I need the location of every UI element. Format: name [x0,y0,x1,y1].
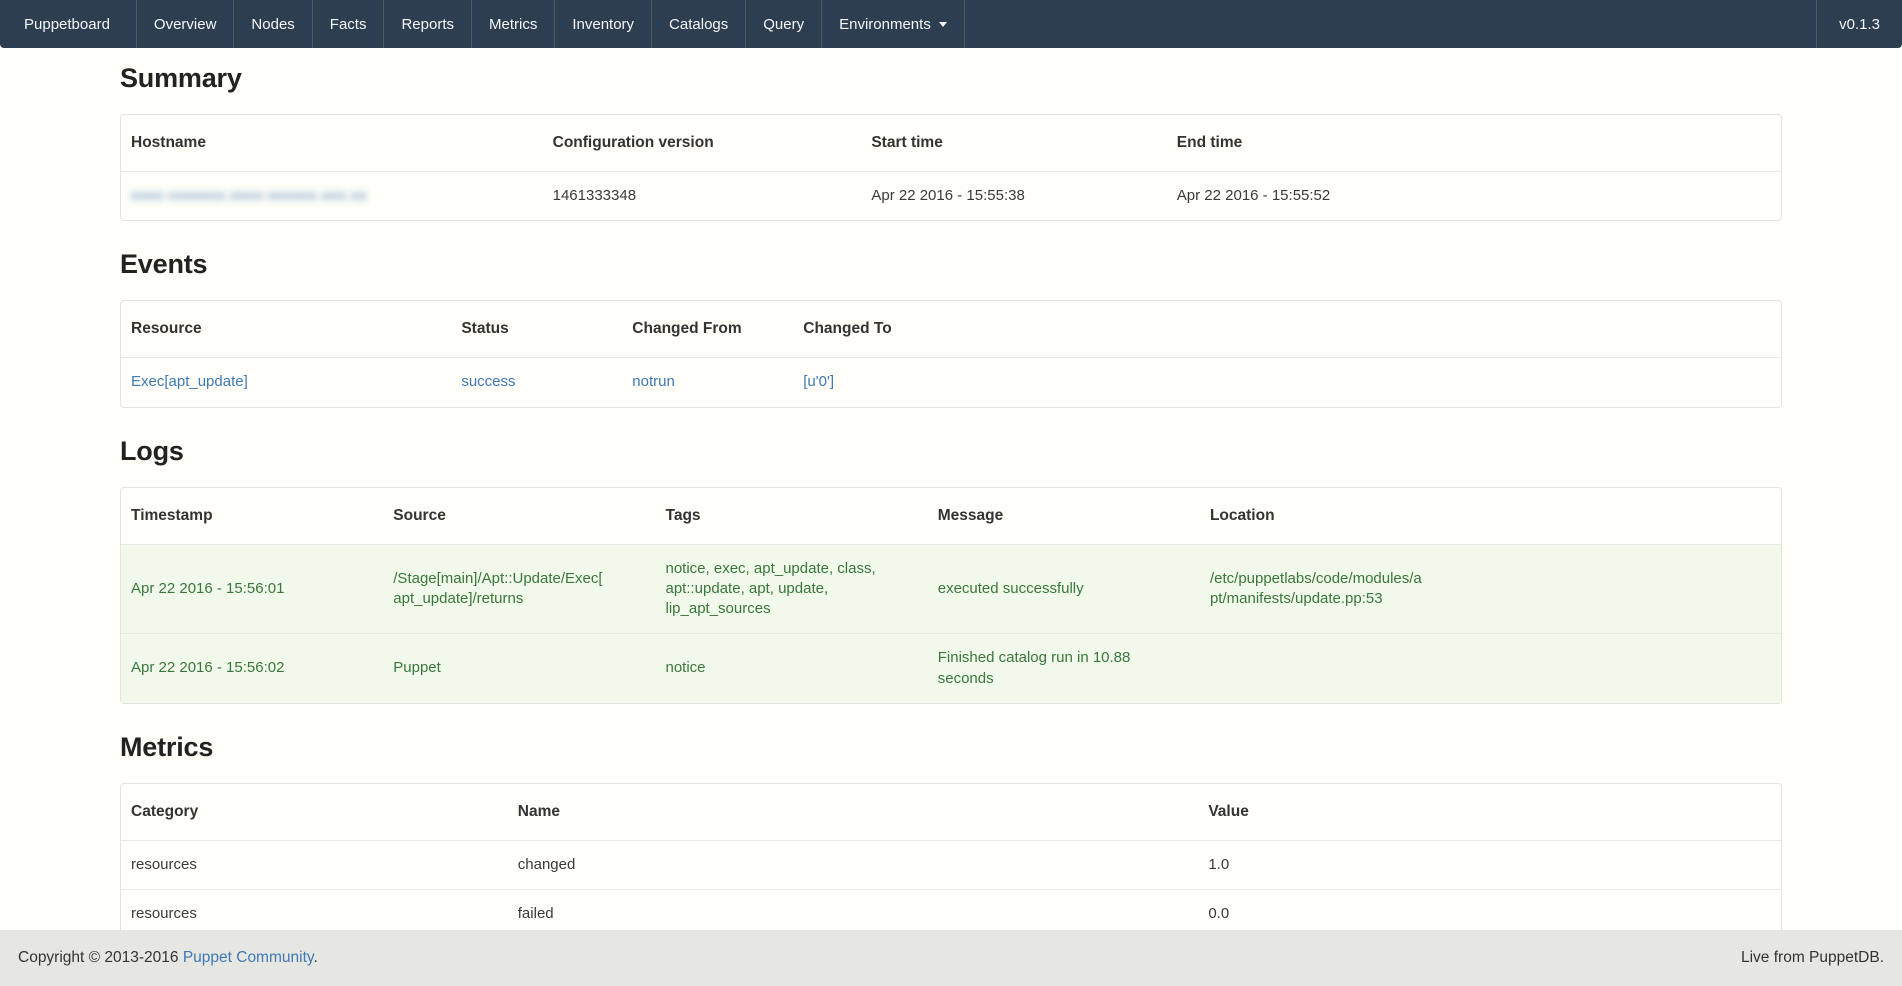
nav-item-query[interactable]: Query [746,0,822,48]
log-tags: notice, exec, apt_update, class, apt::up… [656,544,928,634]
log-timestamp: Apr 22 2016 - 15:56:02 [121,633,383,703]
navbar-brand[interactable]: Puppetboard [0,0,137,48]
log-row: Apr 22 2016 - 15:56:02 Puppet notice Fin… [121,633,1781,703]
metric-category: resources [121,840,508,889]
hostname-link[interactable]: xxxx-xxxxxxx.xxxx-xxxxxx.xxx.xx [131,187,367,204]
metrics-heading: Metrics [120,732,1782,763]
event-row: Exec[apt_update] success notrun [u'0'] [121,357,1781,406]
logs-table: Timestamp Source Tags Message Location A… [120,487,1782,704]
metrics-header-row: Category Name Value [121,784,1781,840]
log-message: executed successfully [928,544,1200,634]
log-source: /Stage[main]/Apt::Update/Exec[apt_update… [393,569,608,610]
metric-row: resources changed 1.0 [121,840,1781,889]
metrics-col-name: Name [508,784,1199,840]
logs-col-tags: Tags [656,488,928,544]
nav-item-inventory[interactable]: Inventory [555,0,652,48]
logs-col-timestamp: Timestamp [121,488,383,544]
nav-item-overview[interactable]: Overview [137,0,235,48]
summary-col-config-version: Configuration version [543,115,862,171]
navbar: Puppetboard Overview Nodes Facts Reports… [0,0,1902,48]
puppet-community-link[interactable]: Puppet Community [183,949,314,966]
events-col-changed-to: Changed To [793,301,1781,357]
summary-heading: Summary [120,63,1782,94]
summary-header-row: Hostname Configuration version Start tim… [121,115,1781,171]
log-location [1200,633,1781,703]
logs-col-message: Message [928,488,1200,544]
footer-puppetdb-status: Live from PuppetDB. [1741,949,1884,967]
nav-item-facts[interactable]: Facts [313,0,385,48]
events-table: Resource Status Changed From Changed To … [120,300,1782,407]
start-time-value: Apr 22 2016 - 15:55:38 [861,171,1166,220]
summary-col-end-time: End time [1167,115,1781,171]
metric-value: 1.0 [1198,840,1781,889]
event-changed-from-link[interactable]: notrun [632,373,675,390]
events-col-resource: Resource [121,301,451,357]
navbar-spacer [965,0,1816,48]
logs-col-location: Location [1200,488,1781,544]
footer: Copyright © 2013-2016 Puppet Community. … [0,930,1902,986]
nav-item-nodes[interactable]: Nodes [234,0,312,48]
logs-heading: Logs [120,436,1782,467]
chevron-down-icon [939,22,947,27]
summary-col-start-time: Start time [861,115,1166,171]
footer-copyright-text: Copyright © 2013-2016 [18,949,183,966]
metric-name: changed [508,840,1199,889]
navbar-version: v0.1.3 [1816,0,1902,48]
events-header-row: Resource Status Changed From Changed To [121,301,1781,357]
logs-header-row: Timestamp Source Tags Message Location [121,488,1781,544]
nav-environments-label: Environments [839,16,931,33]
footer-copyright: Copyright © 2013-2016 Puppet Community. [18,949,318,967]
event-changed-to-link[interactable]: [u'0'] [803,373,834,390]
metrics-col-value: Value [1198,784,1781,840]
nav-item-reports[interactable]: Reports [384,0,472,48]
summary-col-hostname: Hostname [121,115,543,171]
nav-environments-dropdown[interactable]: Environments [822,0,965,48]
logs-col-source: Source [383,488,655,544]
log-location: /etc/puppetlabs/code/modules/apt/manifes… [1210,569,1425,610]
footer-copyright-period: . [313,949,317,966]
log-timestamp: Apr 22 2016 - 15:56:01 [121,544,383,634]
events-col-changed-from: Changed From [622,301,793,357]
event-resource-link[interactable]: Exec[apt_update] [131,373,248,390]
main-content: Summary Hostname Configuration version S… [0,63,1902,986]
log-row: Apr 22 2016 - 15:56:01 /Stage[main]/Apt:… [121,544,1781,634]
summary-row: xxxx-xxxxxxx.xxxx-xxxxxx.xxx.xx 14613333… [121,171,1781,220]
config-version-value: 1461333348 [543,171,862,220]
nav-item-catalogs[interactable]: Catalogs [652,0,746,48]
metrics-col-category: Category [121,784,508,840]
end-time-value: Apr 22 2016 - 15:55:52 [1167,171,1781,220]
event-status-link[interactable]: success [461,373,515,390]
log-tags: notice [656,633,928,703]
nav-item-metrics[interactable]: Metrics [472,0,555,48]
log-message: Finished catalog run in 10.88 seconds [928,633,1200,703]
log-source: Puppet [383,633,655,703]
events-col-status: Status [451,301,622,357]
summary-table: Hostname Configuration version Start tim… [120,114,1782,221]
events-heading: Events [120,249,1782,280]
